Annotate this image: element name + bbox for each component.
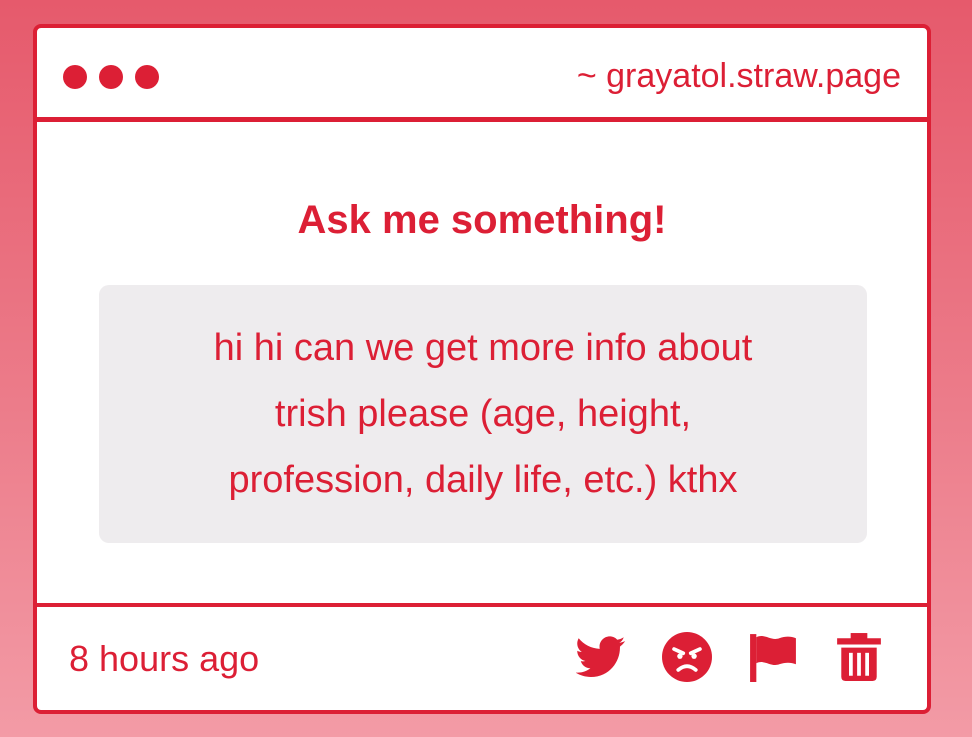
question-text: hi hi can we get more info about trish p… bbox=[213, 327, 753, 501]
question-box: hi hi can we get more info about trish p… bbox=[99, 285, 867, 543]
question-body: Ask me something! hi hi can we get more … bbox=[37, 122, 927, 603]
share-twitter-button[interactable] bbox=[575, 631, 627, 683]
action-bar bbox=[575, 631, 885, 683]
flag-icon bbox=[750, 634, 796, 682]
window-dot-3[interactable] bbox=[135, 65, 159, 89]
page-title: Ask me something! bbox=[297, 198, 667, 242]
question-card: ~ grayatol.straw.page Ask me something! … bbox=[33, 24, 931, 714]
trash-icon bbox=[837, 633, 881, 681]
card-footer: 8 hours ago bbox=[37, 603, 927, 710]
flag-button[interactable] bbox=[747, 631, 799, 683]
report-rude-button[interactable] bbox=[661, 631, 713, 683]
twitter-bird-icon bbox=[576, 636, 626, 677]
page-url[interactable]: ~ grayatol.straw.page bbox=[577, 56, 901, 96]
window-dot-2[interactable] bbox=[99, 65, 123, 89]
window-titlebar: ~ grayatol.straw.page bbox=[37, 28, 927, 122]
delete-button[interactable] bbox=[833, 631, 885, 683]
window-controls bbox=[63, 65, 159, 89]
angry-face-icon bbox=[662, 632, 712, 682]
timestamp: 8 hours ago bbox=[69, 638, 260, 679]
window-dot-1[interactable] bbox=[63, 65, 87, 89]
